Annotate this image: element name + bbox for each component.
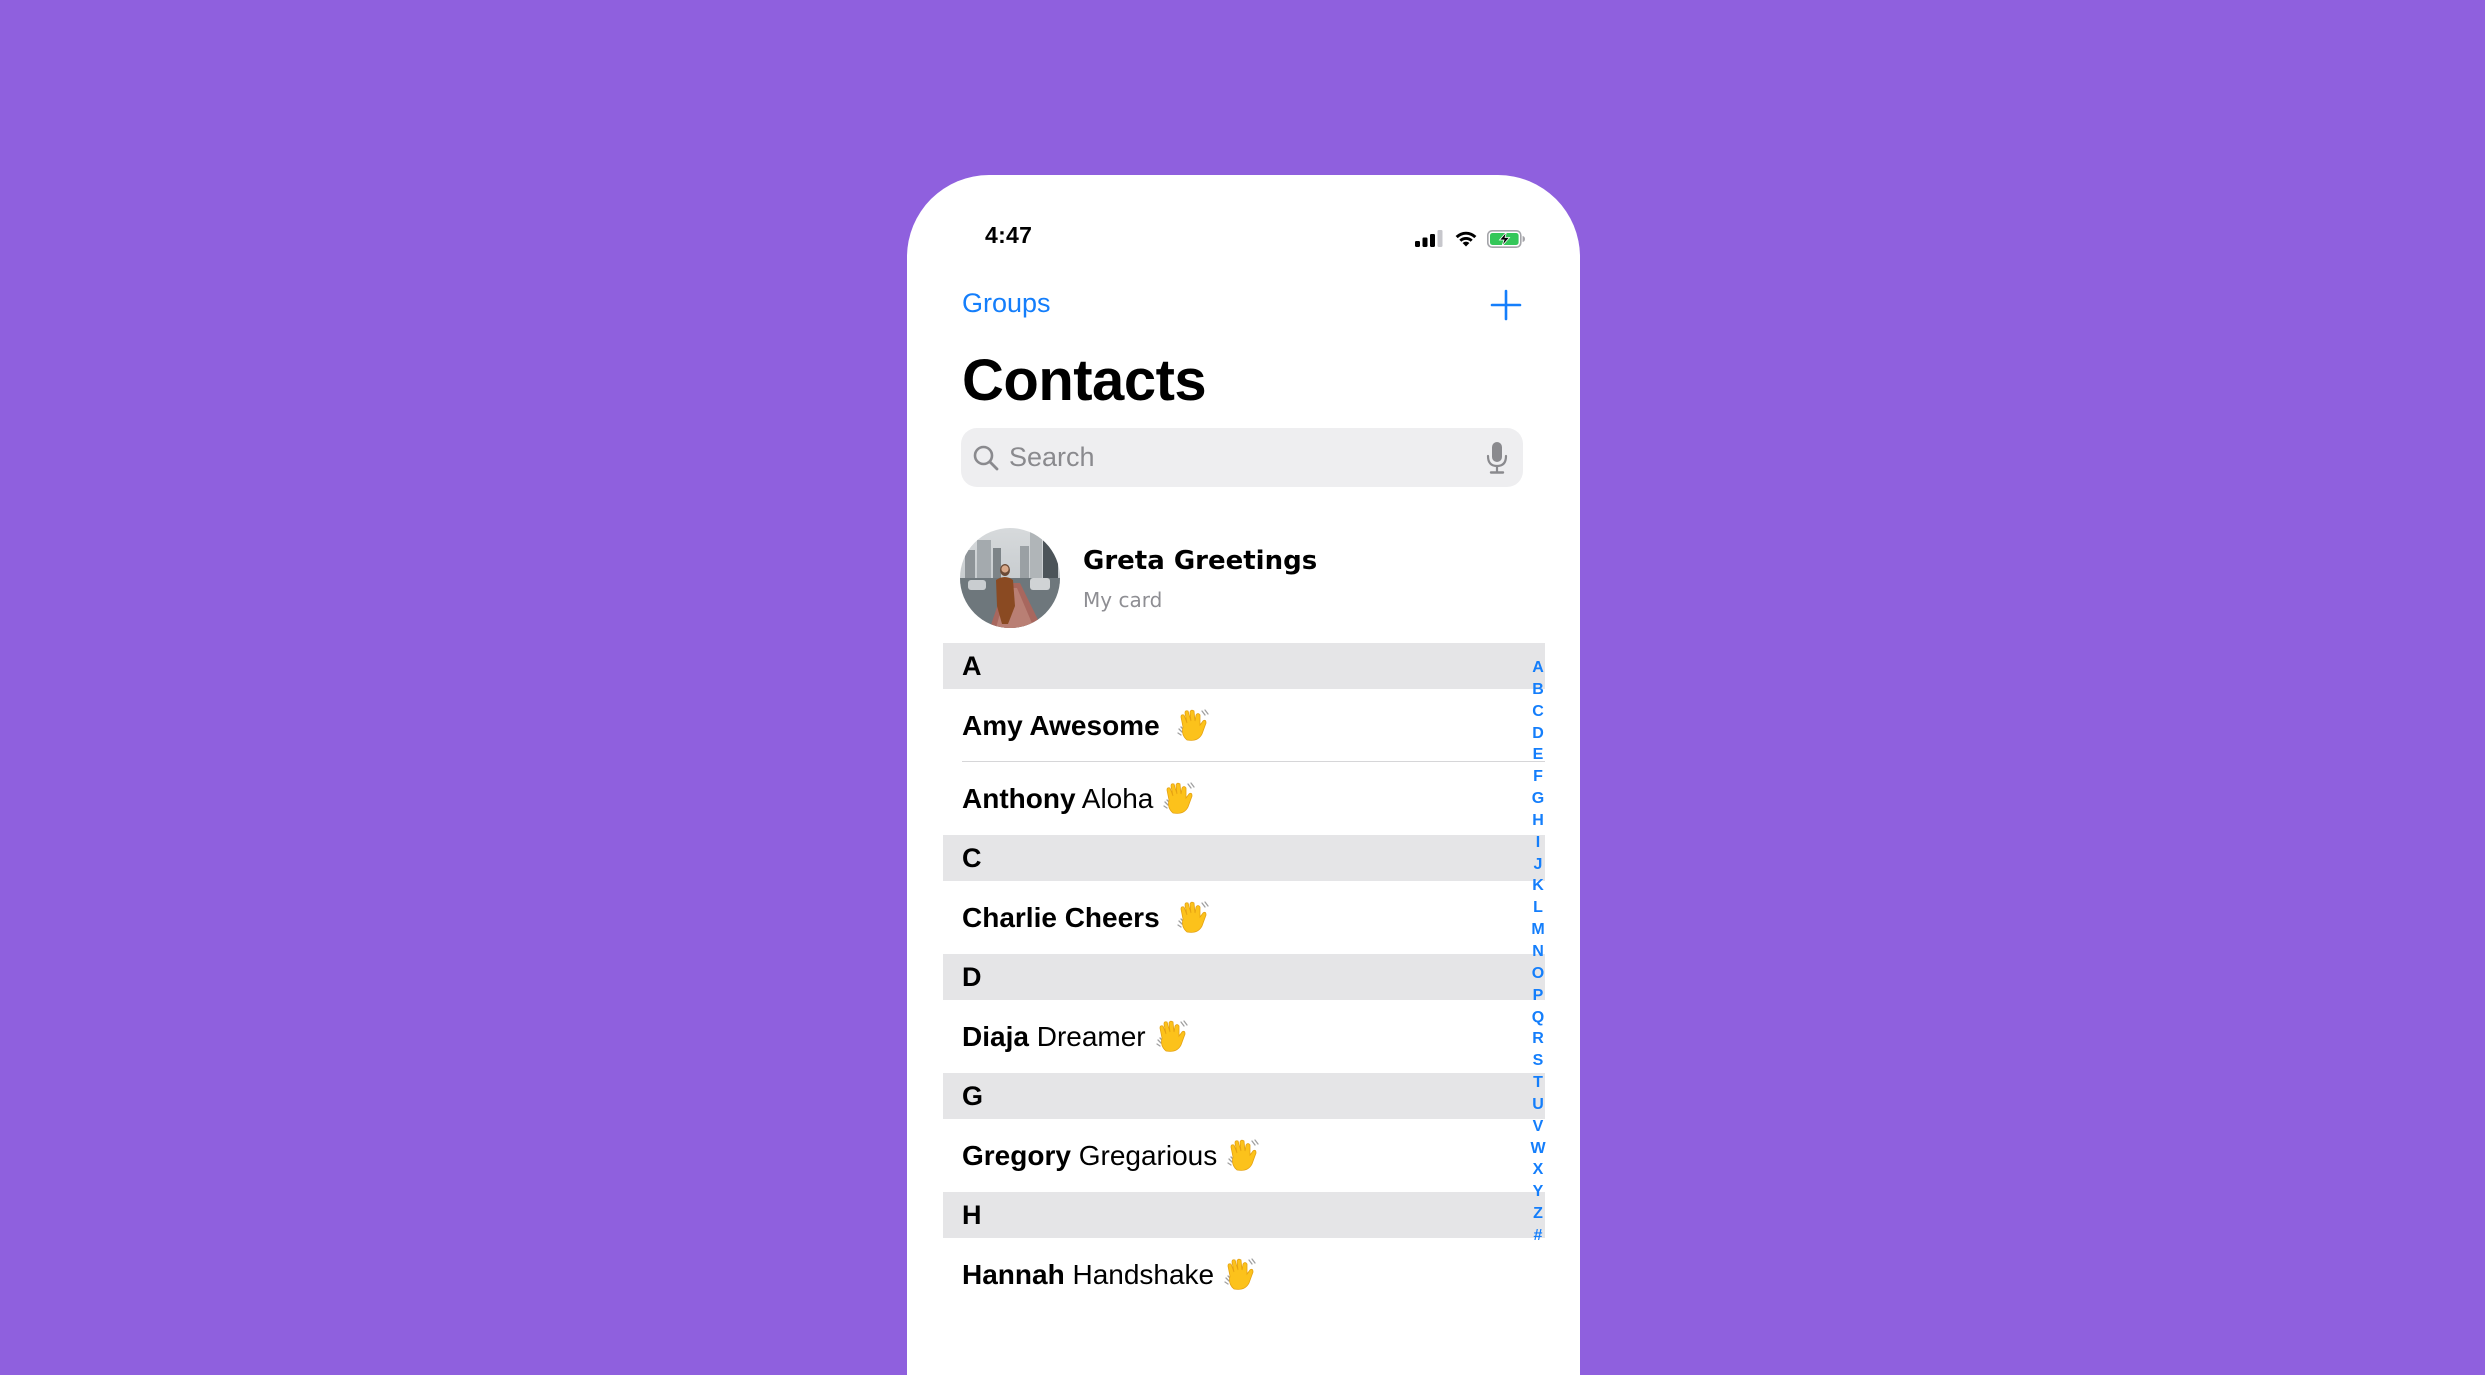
alphabet-index[interactable]: A B C D E F G H I J K L M N O P Q R S T U V W X Y Z # xyxy=(1527,657,1549,1247)
contact-name: Charlie Cheers xyxy=(962,881,1211,954)
index-letter[interactable]: K xyxy=(1527,875,1549,897)
index-letter[interactable]: F xyxy=(1527,766,1549,788)
index-letter[interactable]: A xyxy=(1527,657,1549,679)
index-letter[interactable]: P xyxy=(1527,985,1549,1007)
plus-icon xyxy=(1490,289,1522,321)
index-letter[interactable]: Z xyxy=(1527,1203,1549,1225)
index-letter[interactable]: T xyxy=(1527,1072,1549,1094)
index-letter[interactable]: M xyxy=(1527,919,1549,941)
wifi-icon xyxy=(1455,231,1477,247)
status-time: 4:47 xyxy=(985,222,1033,248)
search-input[interactable] xyxy=(1009,428,1449,487)
contact-last-name: Handshake xyxy=(1072,1259,1215,1290)
contact-last-name: Gregarious xyxy=(1078,1140,1218,1171)
contact-row[interactable]: Anthony Aloha xyxy=(943,762,1545,835)
contact-row[interactable]: Diaja Dreamer xyxy=(943,1000,1545,1073)
search-bar[interactable] xyxy=(961,428,1523,487)
page-title: Contacts xyxy=(962,348,1207,413)
contact-last-name: Dreamer xyxy=(1036,1021,1146,1052)
contact-row[interactable]: Charlie Cheers xyxy=(943,881,1545,954)
contact-name: Hannah Handshake xyxy=(962,1238,1258,1311)
index-letter[interactable]: R xyxy=(1527,1028,1549,1050)
section-header-a: A xyxy=(943,643,1545,689)
waving-hand-icon xyxy=(1175,899,1211,935)
contact-name: Amy Awesome xyxy=(962,689,1211,762)
contact-list: A Amy Awesome Anthony Aloha C Charlie Ch… xyxy=(943,643,1545,1311)
avatar xyxy=(960,528,1060,628)
index-letter[interactable]: B xyxy=(1527,679,1549,701)
section-header-c: C xyxy=(943,835,1545,881)
index-letter[interactable]: O xyxy=(1527,963,1549,985)
contact-first-name: Hannah xyxy=(962,1259,1065,1290)
index-letter[interactable]: I xyxy=(1527,832,1549,854)
contact-name: Diaja Dreamer xyxy=(962,1000,1190,1073)
waving-hand-icon xyxy=(1222,1256,1258,1292)
index-letter[interactable]: H xyxy=(1527,810,1549,832)
contact-row[interactable]: Gregory Gregarious xyxy=(943,1119,1545,1192)
avatar-photo xyxy=(960,528,1060,628)
index-letter[interactable]: Q xyxy=(1527,1007,1549,1029)
signal-icon xyxy=(1415,230,1443,247)
waving-hand-icon xyxy=(1154,1018,1190,1054)
waving-hand-icon xyxy=(1225,1137,1261,1173)
index-letter[interactable]: G xyxy=(1527,788,1549,810)
phone-screen: 4:47 Groups Contacts Search Greta Greeti… xyxy=(907,175,1580,1375)
mic-icon[interactable] xyxy=(1485,441,1509,475)
contact-first-name: Charlie Cheers xyxy=(962,902,1160,933)
index-letter[interactable]: D xyxy=(1527,723,1549,745)
section-header-h: H xyxy=(943,1192,1545,1238)
contact-row[interactable]: Amy Awesome xyxy=(943,689,1545,762)
waving-hand-icon xyxy=(1161,780,1197,816)
contact-last-name: Aloha xyxy=(1081,783,1154,814)
battery-charging-icon xyxy=(1487,230,1525,248)
index-letter[interactable]: Y xyxy=(1527,1181,1549,1203)
contact-row[interactable]: Hannah Handshake xyxy=(943,1238,1545,1311)
waving-hand-icon xyxy=(1175,707,1211,743)
index-letter[interactable]: W xyxy=(1527,1138,1549,1160)
contact-first-name: Amy Awesome xyxy=(962,710,1160,741)
my-card-subtitle: My card xyxy=(1083,588,1163,612)
section-header-d: D xyxy=(943,954,1545,1000)
index-letter[interactable]: U xyxy=(1527,1094,1549,1116)
index-letter[interactable]: L xyxy=(1527,897,1549,919)
contact-name: Gregory Gregarious xyxy=(962,1119,1261,1192)
index-letter[interactable]: X xyxy=(1527,1159,1549,1181)
search-icon xyxy=(973,445,999,471)
index-letter[interactable]: # xyxy=(1527,1225,1549,1247)
index-letter[interactable]: J xyxy=(1527,854,1549,876)
add-contact-button[interactable] xyxy=(1489,288,1523,322)
contact-name: Anthony Aloha xyxy=(962,762,1197,835)
contact-first-name: Gregory xyxy=(962,1140,1071,1171)
index-letter[interactable]: C xyxy=(1527,701,1549,723)
index-letter[interactable]: V xyxy=(1527,1116,1549,1138)
contact-first-name: Diaja xyxy=(962,1021,1029,1052)
my-card-name: Greta Greetings xyxy=(1083,546,1318,576)
index-letter[interactable]: N xyxy=(1527,941,1549,963)
my-card[interactable]: Greta Greetings My card xyxy=(960,528,1520,632)
index-letter[interactable]: S xyxy=(1527,1050,1549,1072)
groups-button[interactable]: Groups xyxy=(962,288,1051,319)
section-header-g: G xyxy=(943,1073,1545,1119)
contact-first-name: Anthony xyxy=(962,783,1076,814)
index-letter[interactable]: E xyxy=(1527,744,1549,766)
